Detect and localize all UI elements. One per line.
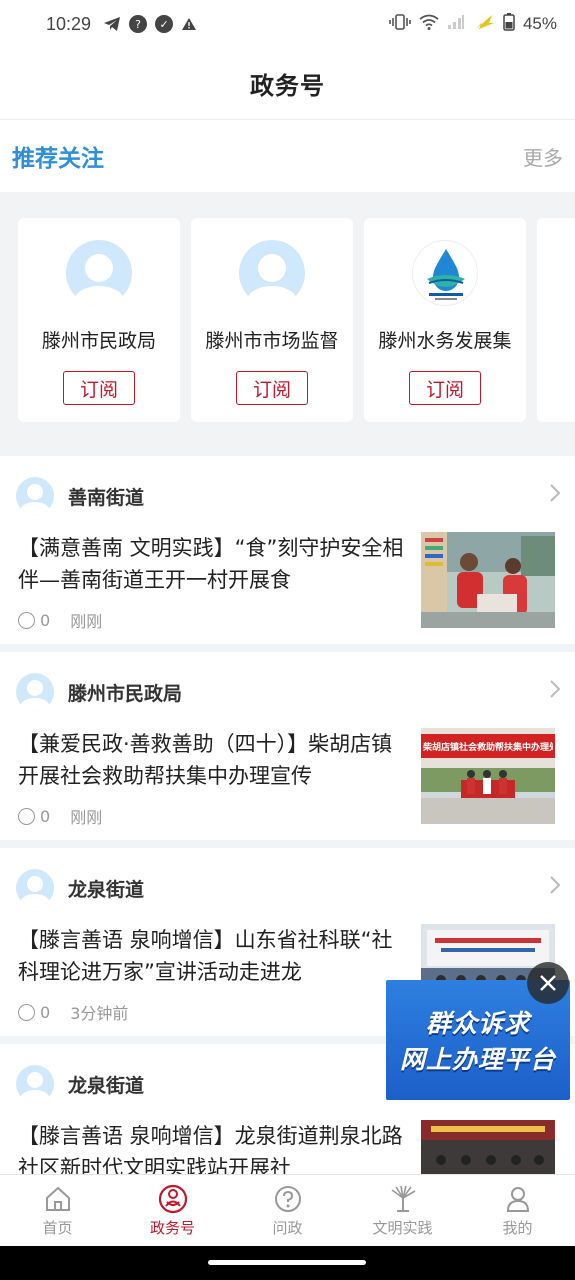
news-headline[interactable]: 【满意善南 文明实践】“食”刻守护安全相伴—善南街道王开一村开展食	[18, 532, 404, 596]
banner-line1: 群众诉求	[425, 1009, 530, 1038]
bottom-tab-bar: 首页 政务号 问政 文明实践 我的	[0, 1174, 575, 1246]
source-name: 龙泉街道	[68, 1074, 145, 1097]
battery-icon	[503, 12, 515, 36]
app-screen: 10:29 ? ✓ 45% 政务号 推荐关注 更多 滕州市民政局 订阅 滕州市市…	[0, 0, 575, 1280]
subscribe-button[interactable]: 订阅	[236, 371, 308, 405]
source-avatar	[16, 673, 54, 711]
more-link[interactable]: 更多	[523, 142, 563, 171]
vibrate-icon	[389, 13, 411, 35]
subscribe-button[interactable]: 订阅	[63, 371, 135, 405]
recommend-card[interactable]: 滕州市市场监督 订阅	[191, 218, 353, 422]
warning-icon	[181, 17, 197, 31]
news-item[interactable]: 善南街道 【满意善南 文明实践】“食”刻守护安全相伴—善南街道王开一村开展食 0…	[0, 456, 575, 644]
news-source[interactable]: 善南街道	[16, 476, 561, 516]
recommend-card[interactable]: 滕	[537, 218, 575, 422]
news-time: 刚刚	[70, 808, 103, 827]
news-source[interactable]: 滕州市民政局	[16, 672, 561, 712]
tab-question[interactable]: 问政	[230, 1175, 345, 1246]
tab-label: 文明实践	[372, 1218, 433, 1237]
home-icon	[43, 1184, 73, 1214]
tab-home[interactable]: 首页	[0, 1175, 115, 1246]
avatar	[239, 240, 305, 306]
source-avatar	[16, 869, 54, 907]
news-thumbnail[interactable]	[421, 532, 555, 628]
news-source[interactable]: 龙泉街道	[16, 868, 561, 908]
recommend-header: 推荐关注 更多	[0, 120, 575, 192]
news-meta: 0 刚刚	[18, 608, 102, 632]
page-header: 政务号	[0, 48, 575, 120]
app-notification-icon: ?	[129, 15, 148, 33]
tab-gov[interactable]: 政务号	[115, 1175, 230, 1246]
tab-label: 问政	[272, 1218, 303, 1237]
source-name: 善南街道	[68, 486, 145, 509]
battery-percent: 45%	[522, 14, 557, 33]
news-headline[interactable]: 【滕言善语 泉响增信】山东省社科联“社科理论进万家”宣讲活动走进龙	[18, 924, 404, 988]
chevron-right-icon[interactable]	[549, 875, 561, 901]
views-icon	[18, 807, 35, 825]
tab-profile[interactable]: 我的	[460, 1175, 575, 1246]
card-name: 滕州水务发展集	[378, 330, 512, 352]
question-icon	[273, 1184, 303, 1214]
check-notification-icon: ✓	[155, 15, 174, 33]
view-count: 0	[40, 610, 51, 630]
news-time: 3分钟前	[70, 1004, 129, 1023]
avatar	[66, 240, 132, 306]
view-count: 0	[40, 1002, 51, 1022]
wifi-icon	[419, 14, 439, 35]
close-icon[interactable]	[527, 962, 569, 1004]
recommend-card[interactable]: 滕州水务发展集 订阅	[364, 218, 526, 422]
news-thumbnail[interactable]: 柴胡店镇社会救助帮扶集中办理处	[421, 728, 555, 824]
chevron-right-icon[interactable]	[549, 483, 561, 509]
tab-label: 首页	[42, 1218, 73, 1237]
news-headline[interactable]: 【滕言善语 泉响增信】龙泉街道荆泉北路社区新时代文明实践站开展社	[18, 1120, 404, 1174]
views-icon	[18, 611, 35, 629]
status-bar: 10:29 ? ✓ 45%	[0, 0, 575, 48]
card-name: 滕州市民政局	[41, 330, 156, 352]
views-icon	[18, 1003, 35, 1021]
charging-icon	[473, 14, 495, 35]
signal-icon	[447, 14, 465, 35]
system-nav-bar	[0, 1246, 575, 1280]
news-thumbnail[interactable]	[421, 1120, 555, 1174]
view-count: 0	[40, 806, 51, 826]
status-time: 10:29	[46, 13, 92, 34]
civilization-icon	[388, 1184, 418, 1214]
news-item[interactable]: 滕州市民政局 【兼爱民政·善救善助（四十）】柴胡店镇开展社会救助帮扶集中办理宣传…	[0, 652, 575, 840]
news-time: 刚刚	[70, 612, 103, 631]
tab-label: 我的	[502, 1218, 533, 1237]
tab-civilization[interactable]: 文明实践	[345, 1175, 460, 1246]
subscribe-button[interactable]: 订阅	[409, 371, 481, 405]
gov-icon	[158, 1184, 188, 1214]
chevron-right-icon[interactable]	[549, 679, 561, 705]
news-headline[interactable]: 【兼爱民政·善救善助（四十）】柴胡店镇开展社会救助帮扶集中办理宣传	[18, 728, 404, 792]
card-name: 滕州市市场监督	[205, 330, 339, 352]
banner-line2: 网上办理平台	[399, 1045, 556, 1074]
source-name: 龙泉街道	[68, 878, 145, 901]
thumbnail-banner-text: 柴胡店镇社会救助帮扶集中办理处	[423, 743, 553, 753]
source-avatar	[16, 1065, 54, 1103]
news-meta: 0 3分钟前	[18, 1000, 128, 1024]
recommend-cards[interactable]: 滕州市民政局 订阅 滕州市市场监督 订阅 滕州水务发展集 订阅	[0, 192, 575, 454]
telegram-icon	[103, 16, 121, 32]
source-avatar	[16, 477, 54, 515]
recommend-title: 推荐关注	[12, 146, 104, 172]
news-meta: 0 刚刚	[18, 804, 102, 828]
page-title: 政务号	[250, 72, 325, 100]
home-gesture-handle[interactable]	[208, 1260, 366, 1265]
tab-label: 政务号	[149, 1218, 195, 1237]
user-icon	[503, 1184, 533, 1214]
water-group-logo	[412, 240, 478, 306]
recommend-card[interactable]: 滕州市民政局 订阅	[18, 218, 180, 422]
source-name: 滕州市民政局	[68, 682, 183, 705]
